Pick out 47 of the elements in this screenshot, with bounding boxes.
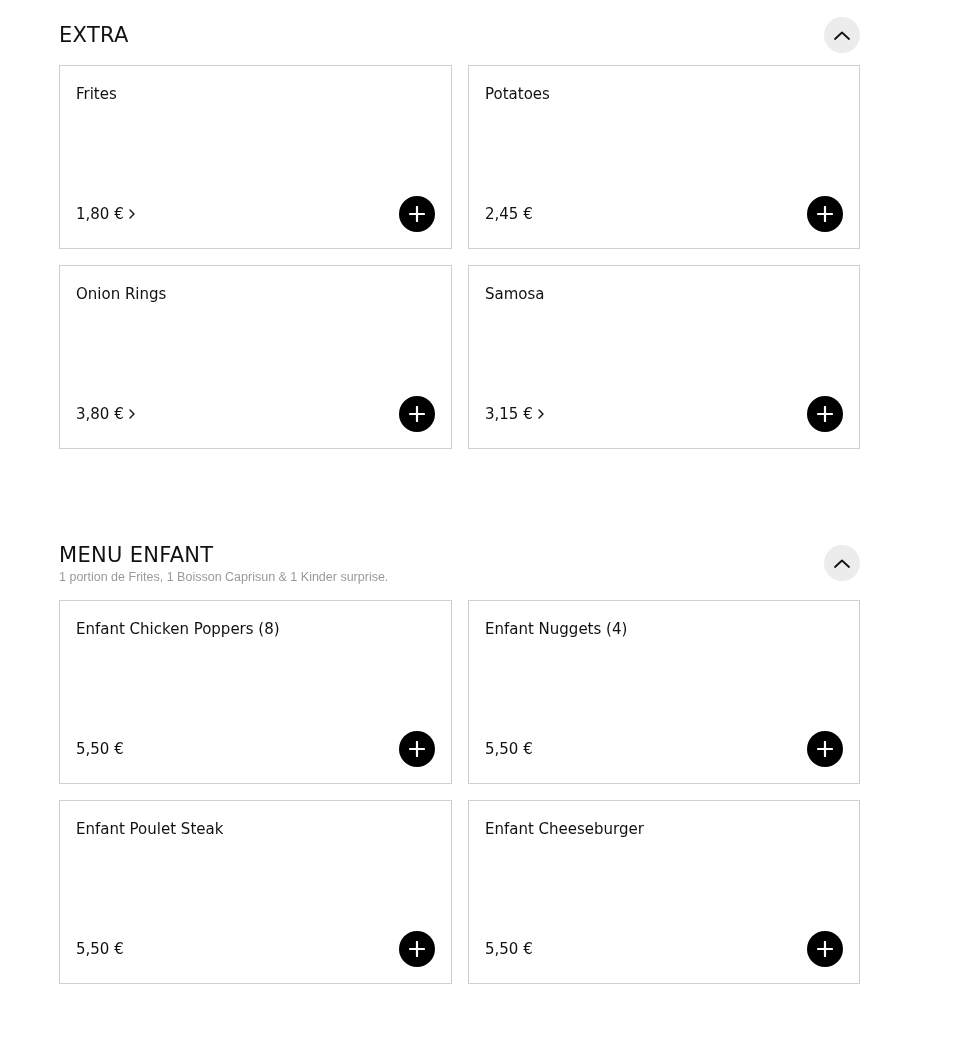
item-price: 5,50 €: [485, 939, 533, 960]
add-button[interactable]: [807, 396, 843, 432]
item-name: Enfant Chicken Poppers (8): [76, 619, 280, 640]
plus-icon: [409, 741, 425, 757]
add-button[interactable]: [399, 731, 435, 767]
item-price: 3,80 €: [76, 404, 124, 425]
item-price: 5,50 €: [485, 739, 533, 760]
item-name: Enfant Cheeseburger: [485, 819, 644, 840]
item-name: Frites: [76, 84, 117, 105]
item-price: 3,15 €: [485, 404, 533, 425]
plus-icon: [817, 741, 833, 757]
add-button[interactable]: [807, 931, 843, 967]
item-name: Potatoes: [485, 84, 550, 105]
chevron-up-icon: [834, 30, 850, 40]
section-description: 1 portion de Frites, 1 Boisson Caprisun & 1 Kinder surprise.: [59, 569, 389, 585]
menu-item-card[interactable]: Frites 1,80 €: [59, 65, 452, 249]
item-name: Samosa: [485, 284, 545, 305]
add-button[interactable]: [399, 931, 435, 967]
plus-icon: [817, 941, 833, 957]
add-button[interactable]: [399, 196, 435, 232]
plus-icon: [409, 406, 425, 422]
plus-icon: [409, 206, 425, 222]
menu-item-card[interactable]: Potatoes 2,45 €: [468, 65, 860, 249]
collapse-button[interactable]: [824, 17, 860, 53]
add-button[interactable]: [807, 731, 843, 767]
item-name: Enfant Nuggets (4): [485, 619, 628, 640]
section-title: EXTRA: [59, 22, 129, 49]
item-name: Enfant Poulet Steak: [76, 819, 224, 840]
item-price: 5,50 €: [76, 739, 124, 760]
menu-item-card[interactable]: Samosa 3,15 €: [468, 265, 860, 449]
item-price: 2,45 €: [485, 204, 533, 225]
plus-icon: [409, 941, 425, 957]
chevron-up-icon: [834, 558, 850, 568]
item-price: 1,80 €: [76, 204, 124, 225]
menu-item-card[interactable]: Onion Rings 3,80 €: [59, 265, 452, 449]
plus-icon: [817, 406, 833, 422]
menu-item-card[interactable]: Enfant Poulet Steak 5,50 €: [59, 800, 452, 984]
item-name: Onion Rings: [76, 284, 167, 305]
section-title: MENU ENFANT: [59, 542, 215, 569]
menu-item-card[interactable]: Enfant Nuggets (4) 5,50 €: [468, 600, 860, 784]
plus-icon: [817, 206, 833, 222]
item-price: 5,50 €: [76, 939, 124, 960]
menu-item-card[interactable]: Enfant Cheeseburger 5,50 €: [468, 800, 860, 984]
add-button[interactable]: [807, 196, 843, 232]
menu-item-card[interactable]: Enfant Chicken Poppers (8) 5,50 €: [59, 600, 452, 784]
add-button[interactable]: [399, 396, 435, 432]
collapse-button[interactable]: [824, 545, 860, 581]
